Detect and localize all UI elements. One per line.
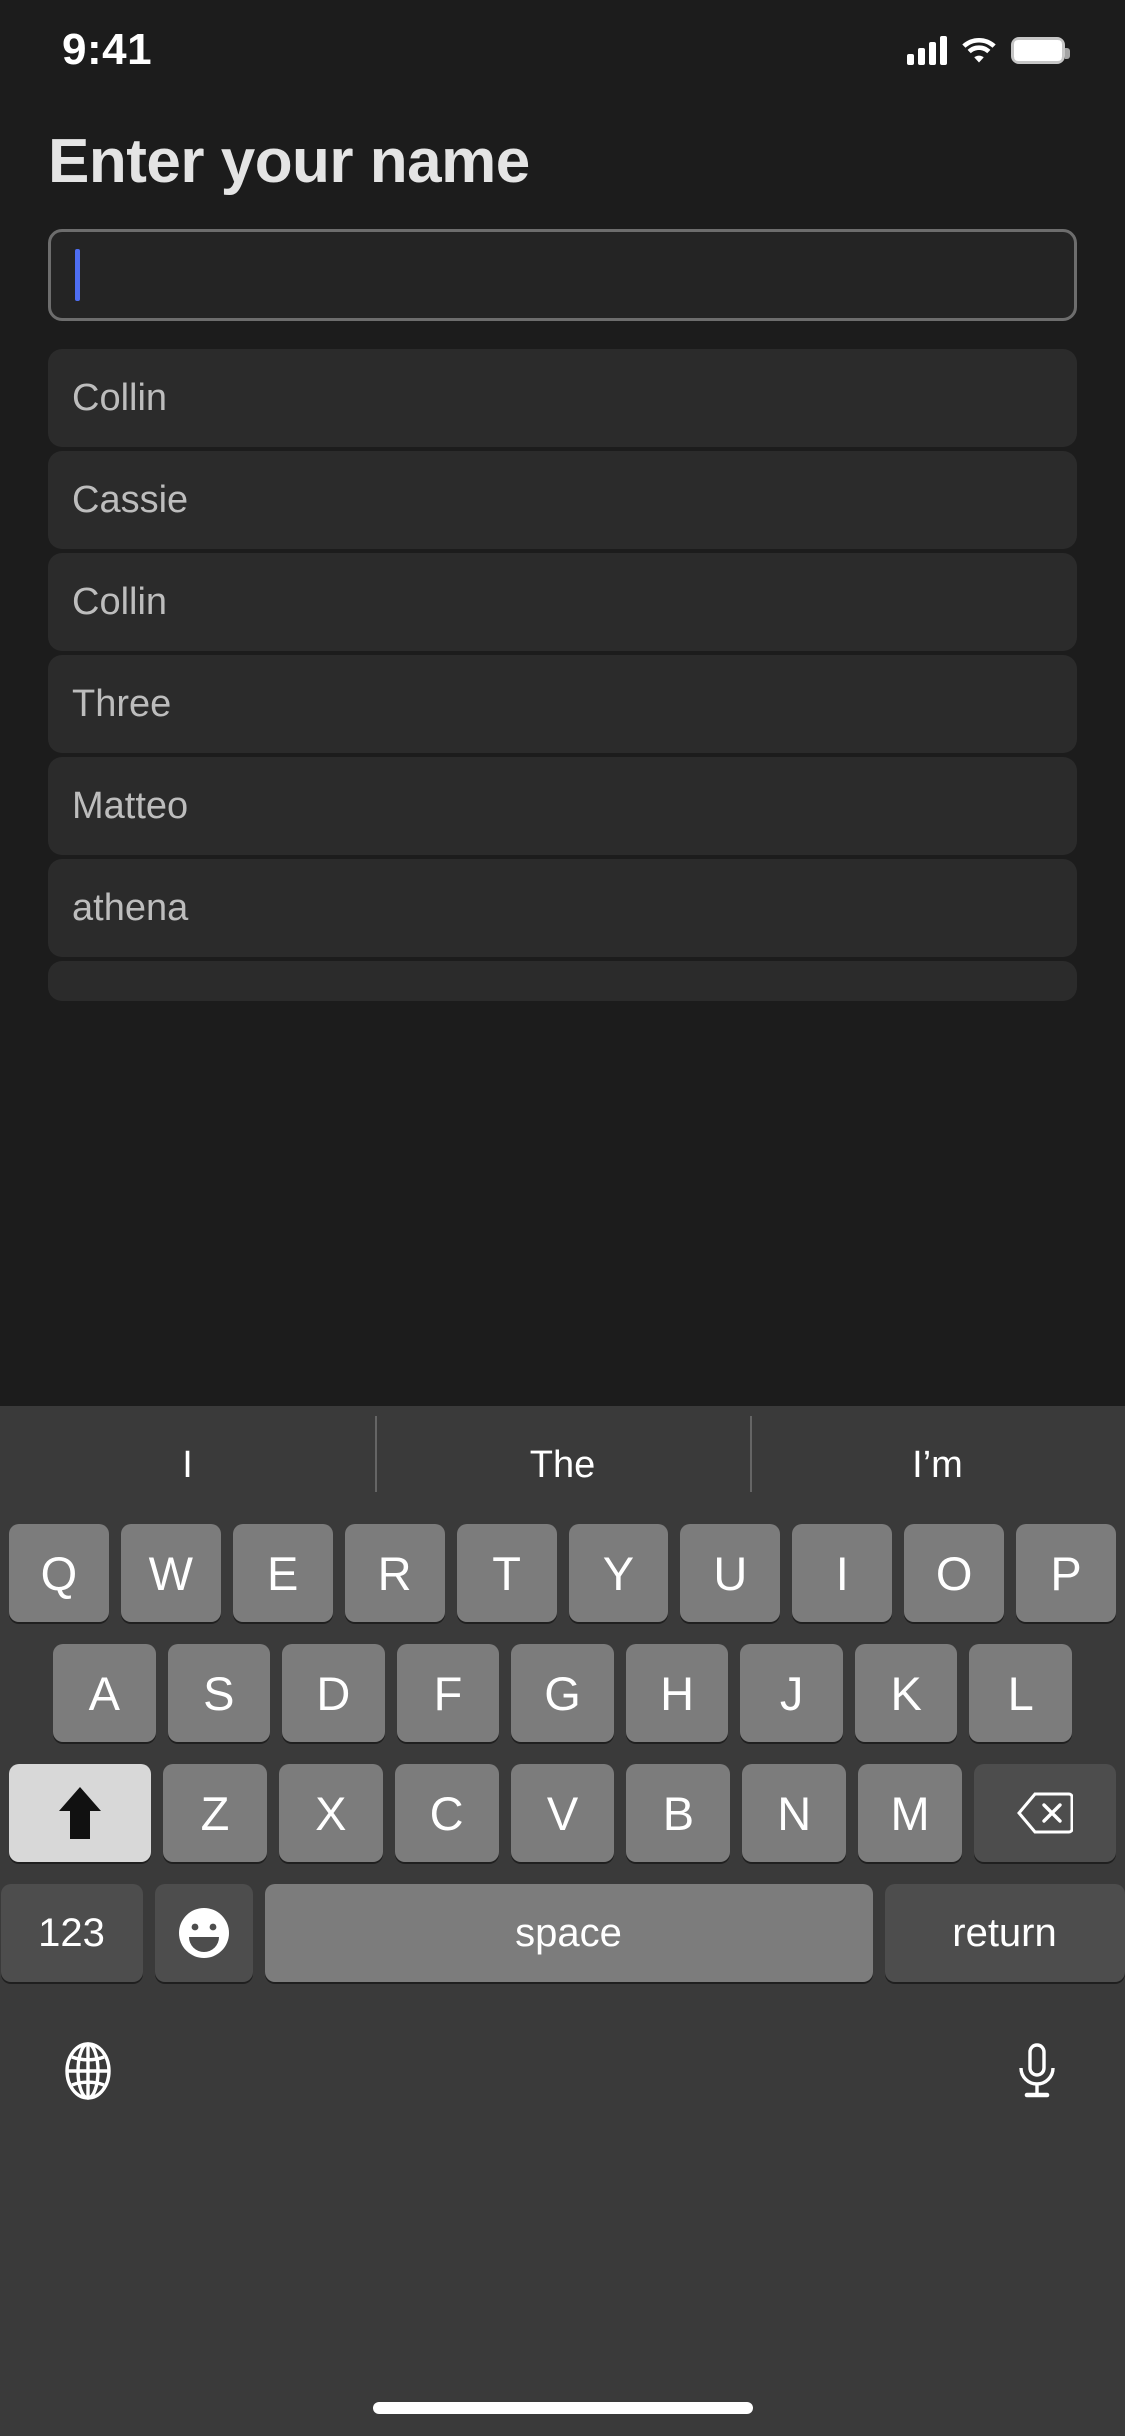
- keyboard: I The I’m Q W E R T Y U I O P A S D F G …: [0, 1406, 1125, 2436]
- key-u[interactable]: U: [680, 1524, 781, 1622]
- list-item-label: Cassie: [72, 478, 189, 521]
- key-z[interactable]: Z: [163, 1764, 267, 1862]
- key-m[interactable]: M: [858, 1764, 963, 1862]
- list-item[interactable]: athena: [48, 859, 1077, 957]
- key-q[interactable]: Q: [8, 1524, 109, 1622]
- key-e[interactable]: E: [232, 1524, 333, 1622]
- key-s[interactable]: S: [167, 1644, 271, 1742]
- keyboard-row-1: Q W E R T Y U I O P: [0, 1524, 1125, 1622]
- status-bar-indicators: [907, 35, 1070, 65]
- key-n[interactable]: N: [742, 1764, 847, 1862]
- globe-icon[interactable]: [58, 2041, 118, 2101]
- backspace-key[interactable]: [974, 1764, 1117, 1862]
- text-caret: [75, 249, 80, 301]
- keyboard-row-2: A S D F G H J K L: [0, 1644, 1125, 1742]
- keyboard-row-3: Z X C V B N M: [0, 1764, 1125, 1862]
- suggestion-item[interactable]: The: [375, 1415, 750, 1492]
- key-t[interactable]: T: [456, 1524, 557, 1622]
- key-a[interactable]: A: [52, 1644, 156, 1742]
- name-list: Collin Cassie Collin Three Matteo athena: [48, 349, 1077, 1001]
- numbers-key[interactable]: 123: [0, 1884, 143, 1982]
- key-h[interactable]: H: [625, 1644, 729, 1742]
- suggestion-bar: I The I’m: [0, 1406, 1125, 1524]
- key-r[interactable]: R: [344, 1524, 445, 1622]
- list-item-label: Three: [72, 682, 172, 725]
- list-item[interactable]: Collin: [48, 349, 1077, 447]
- list-item-label: Collin: [72, 580, 168, 623]
- key-x[interactable]: X: [278, 1764, 383, 1862]
- emoji-smiley-icon: [178, 1908, 229, 1958]
- backspace-icon: [1017, 1792, 1074, 1834]
- key-k[interactable]: K: [854, 1644, 958, 1742]
- page-title: Enter your name: [48, 127, 530, 196]
- return-key[interactable]: return: [884, 1884, 1125, 1982]
- shift-arrow-icon: [59, 1787, 101, 1839]
- list-item[interactable]: [48, 961, 1077, 1001]
- space-key[interactable]: space: [264, 1884, 873, 1982]
- list-item-label: Matteo: [72, 784, 189, 827]
- status-bar-time: 9:41: [62, 25, 153, 74]
- key-w[interactable]: W: [120, 1524, 221, 1622]
- key-c[interactable]: C: [394, 1764, 499, 1862]
- microphone-icon[interactable]: [1007, 2041, 1067, 2101]
- list-item[interactable]: Matteo: [48, 757, 1077, 855]
- key-p[interactable]: P: [1016, 1524, 1117, 1622]
- list-item[interactable]: Cassie: [48, 451, 1077, 549]
- key-f[interactable]: F: [396, 1644, 500, 1742]
- suggestion-item[interactable]: I: [0, 1444, 375, 1487]
- key-j[interactable]: J: [740, 1644, 843, 1742]
- key-v[interactable]: V: [510, 1764, 615, 1862]
- keyboard-bottom-bar: [0, 1996, 1125, 2146]
- list-item-label: athena: [72, 886, 189, 929]
- home-indicator[interactable]: [372, 2402, 753, 2414]
- key-y[interactable]: Y: [568, 1524, 669, 1622]
- key-o[interactable]: O: [904, 1524, 1005, 1622]
- list-item[interactable]: Three: [48, 655, 1077, 753]
- phone-screen: 9:41 Enter your name Collin Cassie Colli…: [0, 0, 1125, 2436]
- key-g[interactable]: G: [511, 1644, 614, 1742]
- status-bar: 9:41: [0, 0, 1125, 100]
- key-d[interactable]: D: [282, 1644, 385, 1742]
- keyboard-row-4: 123 space return: [0, 1884, 1125, 1982]
- shift-key[interactable]: [9, 1764, 151, 1862]
- suggestion-item[interactable]: I’m: [750, 1415, 1125, 1492]
- key-b[interactable]: B: [626, 1764, 731, 1862]
- key-l[interactable]: L: [969, 1644, 1073, 1742]
- wifi-icon: [962, 38, 996, 63]
- name-input-field[interactable]: [48, 229, 1077, 321]
- key-i[interactable]: I: [792, 1524, 893, 1622]
- list-item-label: Collin: [72, 376, 168, 419]
- battery-icon: [1011, 36, 1070, 64]
- emoji-key[interactable]: [154, 1884, 253, 1982]
- list-item[interactable]: Collin: [48, 553, 1077, 651]
- cellular-signal-icon: [907, 35, 947, 65]
